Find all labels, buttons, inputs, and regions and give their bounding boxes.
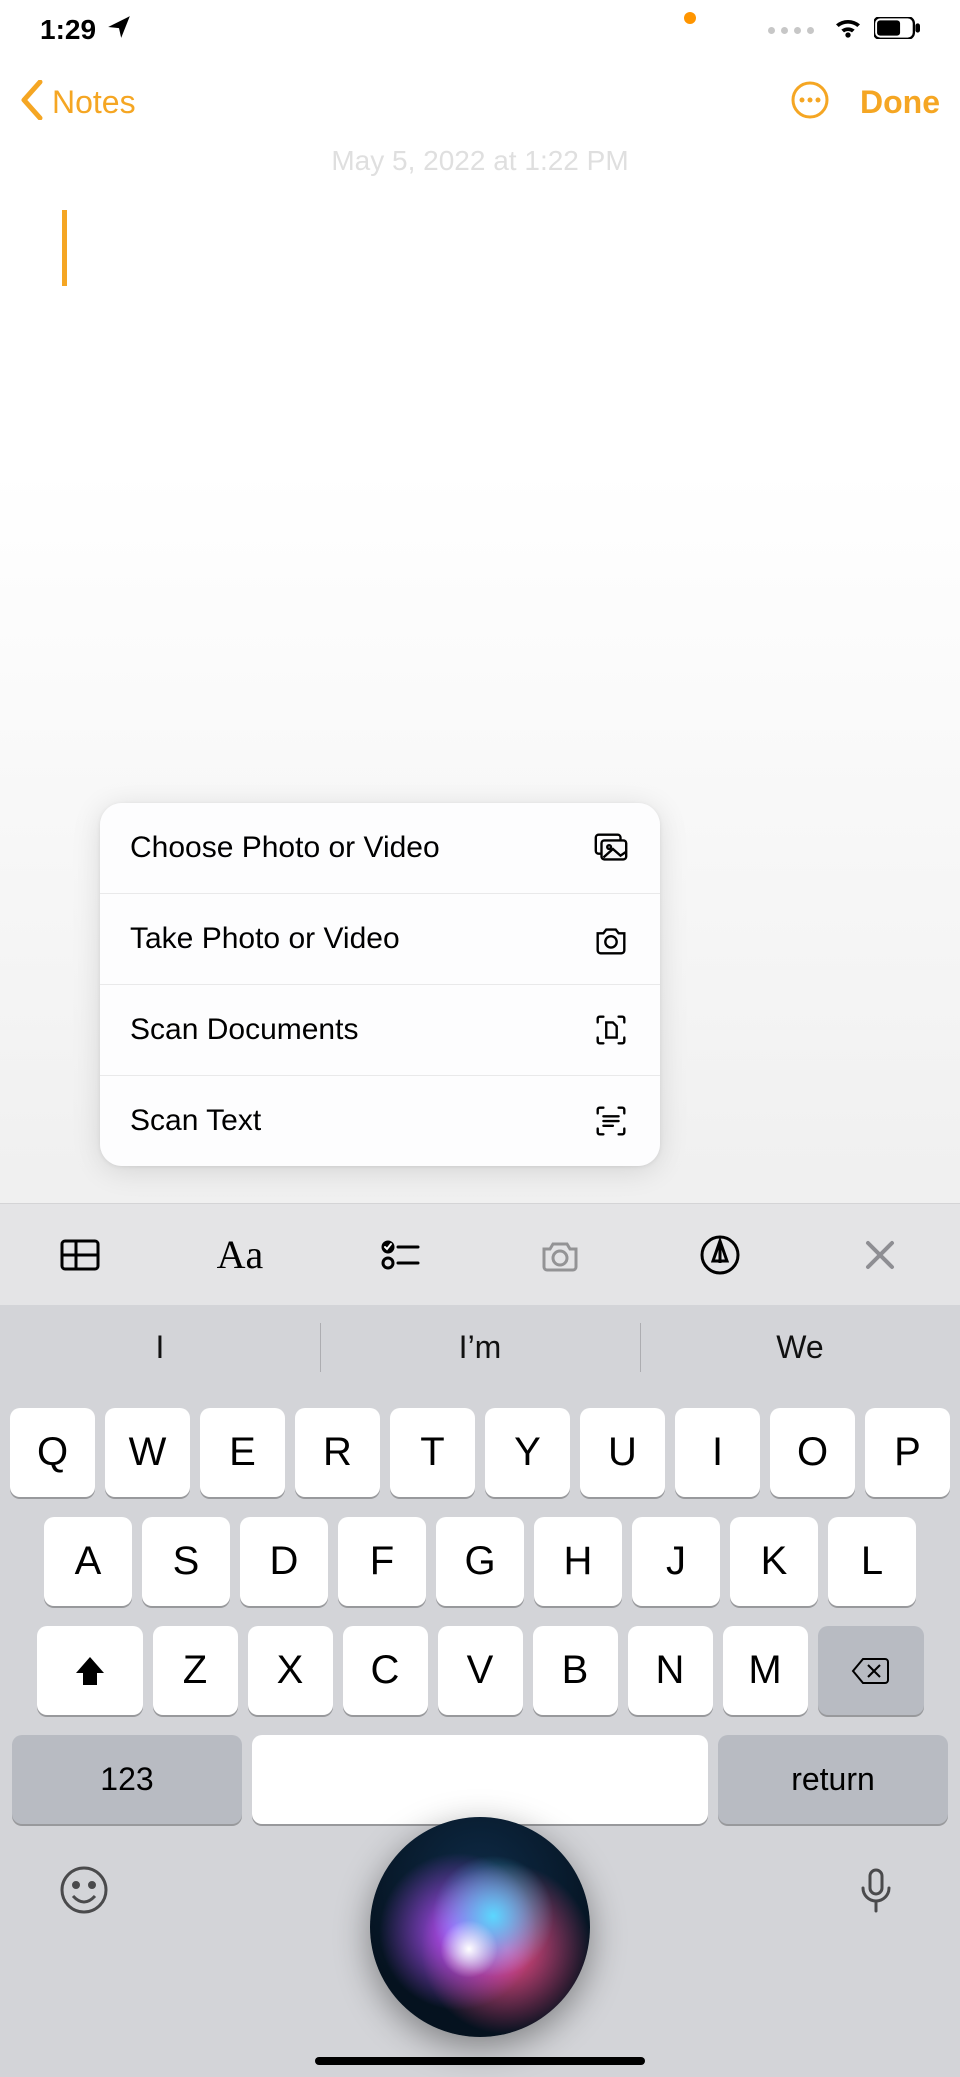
- key-backspace[interactable]: [818, 1626, 924, 1715]
- menu-item-take-photo[interactable]: Take Photo or Video: [100, 894, 660, 985]
- key-b[interactable]: B: [533, 1626, 618, 1715]
- photo-library-icon: [592, 829, 630, 867]
- nav-bar: Notes Done: [0, 60, 960, 145]
- note-timestamp: May 5, 2022 at 1:22 PM: [0, 145, 960, 177]
- key-c[interactable]: C: [343, 1626, 428, 1715]
- key-z[interactable]: Z: [153, 1626, 238, 1715]
- key-d[interactable]: D: [240, 1517, 328, 1606]
- siri-orb[interactable]: [370, 1817, 590, 2037]
- key-g[interactable]: G: [436, 1517, 524, 1606]
- key-w[interactable]: W: [105, 1408, 190, 1497]
- camera-icon: [592, 920, 630, 958]
- key-y[interactable]: Y: [485, 1408, 570, 1497]
- menu-item-scan-documents[interactable]: Scan Documents: [100, 985, 660, 1076]
- key-n[interactable]: N: [628, 1626, 713, 1715]
- wifi-icon: [832, 11, 864, 50]
- prediction-2[interactable]: I’m: [320, 1305, 640, 1390]
- key-m[interactable]: M: [723, 1626, 808, 1715]
- key-j[interactable]: J: [632, 1517, 720, 1606]
- status-bar: 1:29: [0, 0, 960, 60]
- key-v[interactable]: V: [438, 1626, 523, 1715]
- scan-text-icon: [592, 1102, 630, 1140]
- dictation-button[interactable]: [850, 1864, 902, 1921]
- key-r[interactable]: R: [295, 1408, 380, 1497]
- key-o[interactable]: O: [770, 1408, 855, 1497]
- done-button[interactable]: Done: [860, 84, 940, 121]
- key-f[interactable]: F: [338, 1517, 426, 1606]
- checklist-button[interactable]: [372, 1227, 428, 1283]
- key-e[interactable]: E: [200, 1408, 285, 1497]
- attachment-menu: Choose Photo or Video Take Photo or Vide…: [100, 803, 660, 1166]
- predictive-text-bar: I I’m We: [0, 1305, 960, 1390]
- battery-icon: [874, 14, 920, 46]
- key-h[interactable]: H: [534, 1517, 622, 1606]
- more-button[interactable]: [790, 80, 830, 125]
- back-label: Notes: [52, 84, 136, 121]
- key-k[interactable]: K: [730, 1517, 818, 1606]
- key-l[interactable]: L: [828, 1517, 916, 1606]
- close-toolbar-button[interactable]: [852, 1227, 908, 1283]
- emoji-button[interactable]: [58, 1864, 110, 1921]
- table-button[interactable]: [52, 1227, 108, 1283]
- key-p[interactable]: P: [865, 1408, 950, 1497]
- text-cursor: [62, 210, 67, 286]
- key-123[interactable]: 123: [12, 1735, 242, 1824]
- prediction-3[interactable]: We: [640, 1305, 960, 1390]
- key-x[interactable]: X: [248, 1626, 333, 1715]
- key-t[interactable]: T: [390, 1408, 475, 1497]
- prediction-1[interactable]: I: [0, 1305, 320, 1390]
- key-i[interactable]: I: [675, 1408, 760, 1497]
- key-u[interactable]: U: [580, 1408, 665, 1497]
- key-s[interactable]: S: [142, 1517, 230, 1606]
- menu-item-label: Choose Photo or Video: [130, 831, 440, 865]
- key-a[interactable]: A: [44, 1517, 132, 1606]
- text-style-button[interactable]: Aa: [212, 1227, 268, 1283]
- menu-item-label: Scan Documents: [130, 1013, 358, 1047]
- home-indicator[interactable]: [315, 2057, 645, 2065]
- location-arrow-icon: [106, 14, 132, 47]
- cellular-dots-icon: [768, 27, 814, 34]
- scan-document-icon: [592, 1011, 630, 1049]
- menu-item-choose-photo[interactable]: Choose Photo or Video: [100, 803, 660, 894]
- privacy-indicator-dot: [684, 12, 696, 24]
- key-space[interactable]: [252, 1735, 708, 1824]
- key-q[interactable]: Q: [10, 1408, 95, 1497]
- menu-item-scan-text[interactable]: Scan Text: [100, 1076, 660, 1166]
- formatting-toolbar: Aa: [0, 1203, 960, 1305]
- markup-button[interactable]: [692, 1227, 748, 1283]
- menu-item-label: Take Photo or Video: [130, 922, 400, 956]
- key-shift[interactable]: [37, 1626, 143, 1715]
- status-time: 1:29: [40, 14, 96, 46]
- key-return[interactable]: return: [718, 1735, 948, 1824]
- camera-toolbar-button[interactable]: [532, 1227, 588, 1283]
- chevron-left-icon: [20, 80, 44, 125]
- menu-item-label: Scan Text: [130, 1104, 261, 1138]
- back-button[interactable]: Notes: [20, 80, 136, 125]
